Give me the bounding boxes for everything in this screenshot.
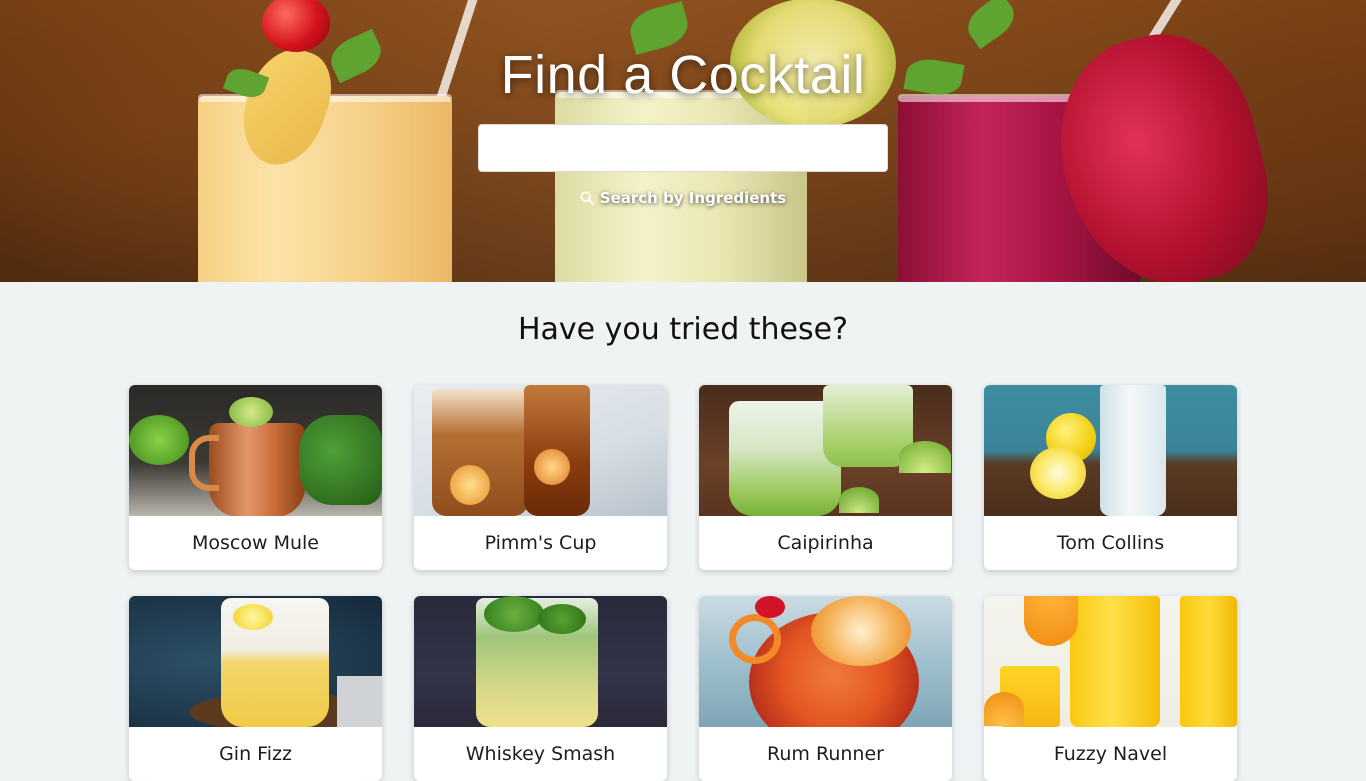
cocktail-name: Pimm's Cup	[484, 532, 597, 554]
cocktail-name: Rum Runner	[767, 743, 884, 765]
cocktail-search-input[interactable]	[478, 124, 888, 172]
search-by-ingredients-label: Search by Ingredients	[599, 189, 787, 207]
suggestions-heading: Have you tried these?	[517, 312, 849, 347]
cocktail-name: Whiskey Smash	[465, 743, 616, 765]
hero-content: Find a Cocktail Search by Ingredients	[0, 0, 1366, 282]
cocktail-photo	[699, 596, 952, 727]
cocktail-name: Fuzzy Navel	[1053, 743, 1168, 765]
cocktail-card-tom-collins[interactable]: Tom Collins	[984, 385, 1237, 570]
search-icon	[580, 191, 594, 205]
search-by-ingredients-link[interactable]: Search by Ingredients	[0, 189, 1366, 207]
cocktail-photo	[984, 385, 1237, 516]
cocktail-photo	[414, 385, 667, 516]
cocktail-card-rum-runner[interactable]: Rum Runner	[699, 596, 952, 781]
hero-banner: Find a Cocktail Search by Ingredients	[0, 0, 1366, 282]
cocktail-photo	[129, 596, 382, 727]
cocktail-card-fuzzy-navel[interactable]: Fuzzy Navel	[984, 596, 1237, 781]
page-title: Find a Cocktail	[500, 45, 866, 105]
cocktail-name: Moscow Mule	[192, 532, 319, 554]
cocktail-card-whiskey-smash[interactable]: Whiskey Smash	[414, 596, 667, 781]
cocktail-name: Gin Fizz	[219, 743, 292, 765]
cocktail-card-caipirinha[interactable]: Caipirinha	[699, 385, 952, 570]
cocktail-photo	[414, 596, 667, 727]
cocktail-photo	[984, 596, 1237, 727]
cocktail-name: Caipirinha	[777, 532, 874, 554]
cocktail-photo	[129, 385, 382, 516]
cocktail-card-pimms-cup[interactable]: Pimm's Cup	[414, 385, 667, 570]
cocktail-photo	[699, 385, 952, 516]
cocktail-card-gin-fizz[interactable]: Gin Fizz	[129, 596, 382, 781]
cocktail-card-moscow-mule[interactable]: Moscow Mule	[129, 385, 382, 570]
cocktail-name: Tom Collins	[1056, 532, 1165, 554]
